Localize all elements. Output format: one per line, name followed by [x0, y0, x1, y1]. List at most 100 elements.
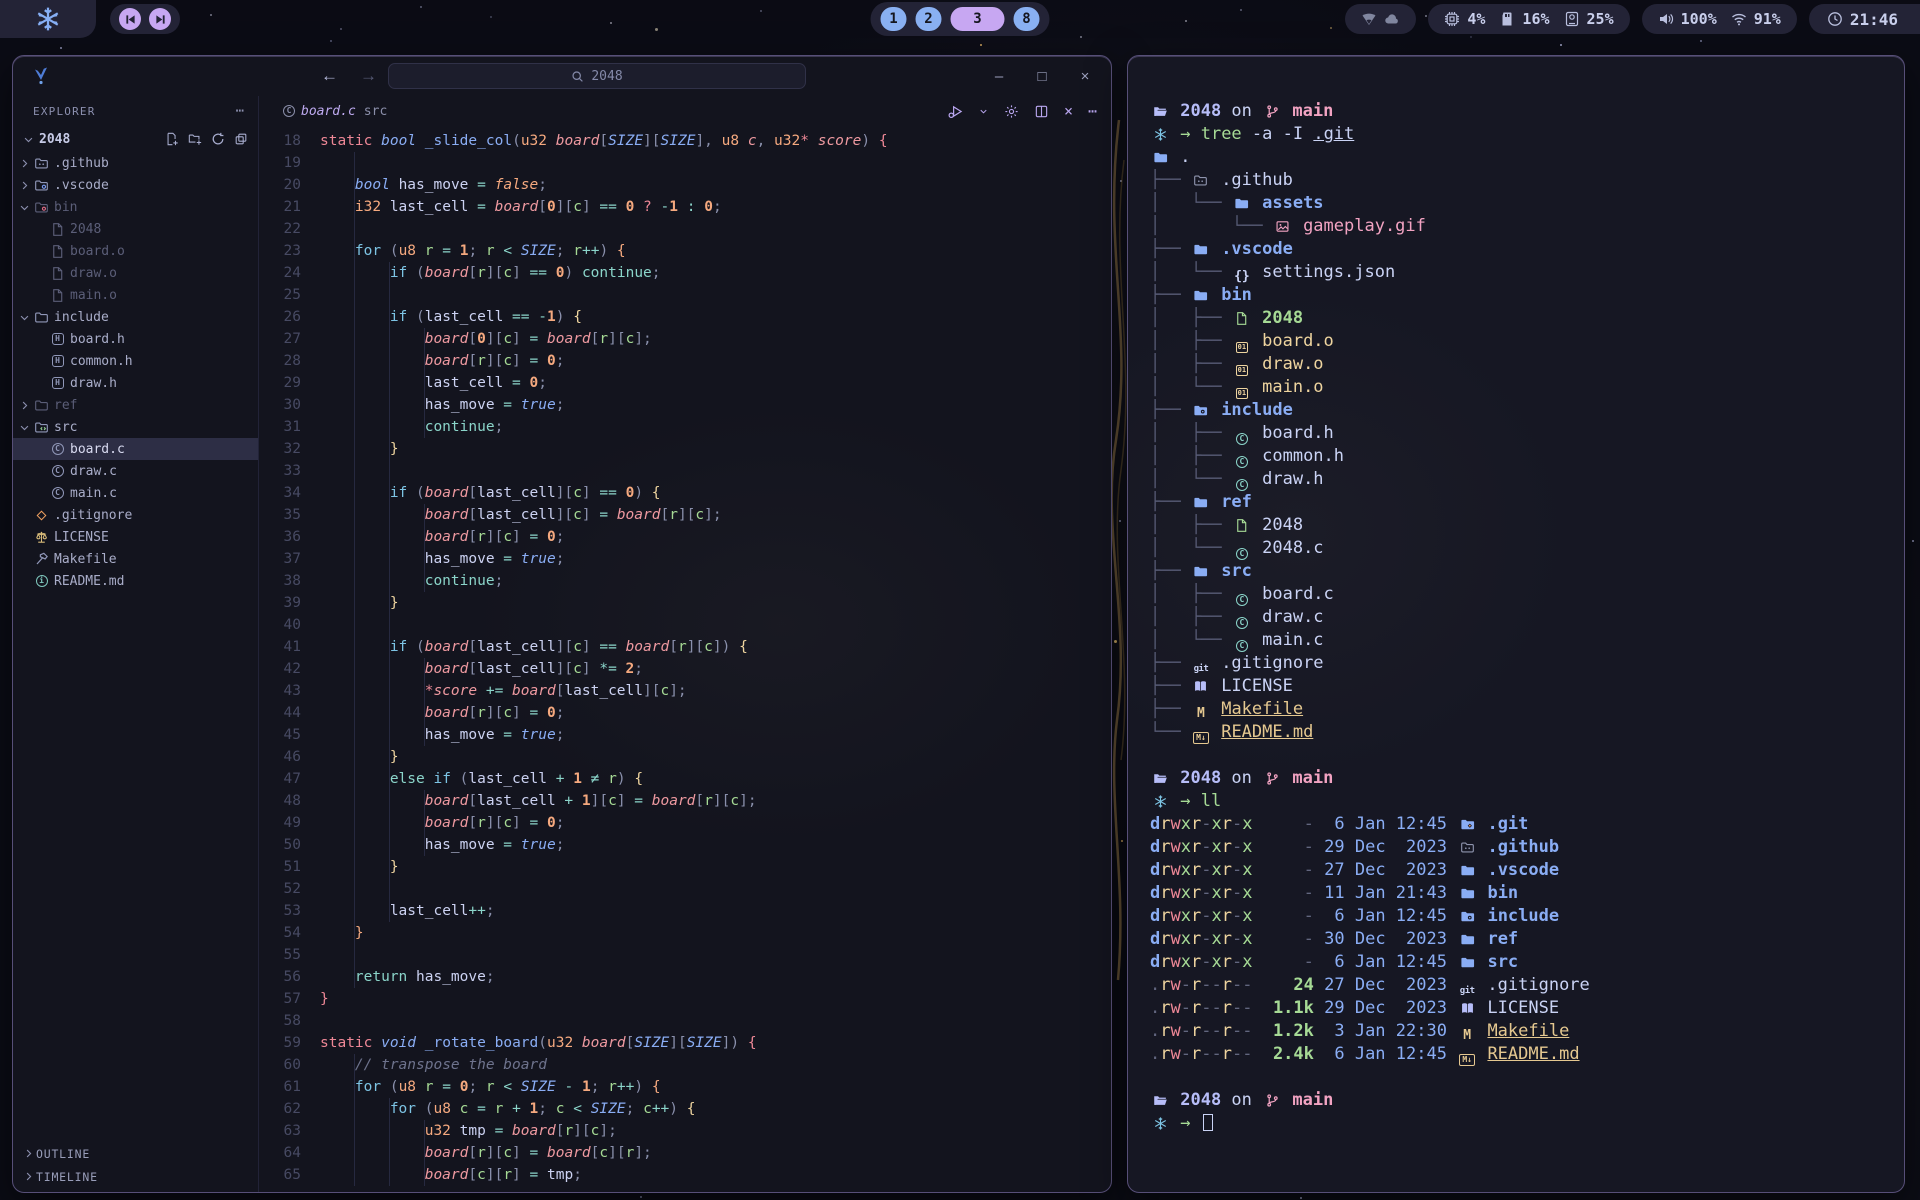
- indent-guide: [390, 526, 425, 548]
- chevron-right-icon: [17, 180, 32, 191]
- explorer-item-README.md[interactable]: iREADME.md: [13, 570, 258, 592]
- indent-guide: [390, 416, 425, 438]
- refresh-icon[interactable]: [211, 132, 225, 146]
- explorer-item-common.h[interactable]: Hcommon.h: [13, 350, 258, 372]
- code-line-54: 54}: [259, 922, 1111, 944]
- new-folder-icon[interactable]: [188, 132, 202, 146]
- folder-gear-icon: [1457, 909, 1477, 925]
- media-next-button[interactable]: [149, 8, 171, 30]
- folder-fill-icon: [1191, 495, 1211, 511]
- nav-forward-button[interactable]: →: [360, 66, 377, 86]
- close-editor-icon[interactable]: ×: [1064, 104, 1073, 119]
- code-line-48: 48board[last_cell + 1][c] = board[r][c];: [259, 790, 1111, 812]
- system-stats[interactable]: 4% 16% 25%: [1428, 4, 1629, 34]
- code-line-38: 38continue;: [259, 570, 1111, 592]
- line-number: 45: [259, 724, 301, 746]
- explorer-item-main.c[interactable]: Cmain.c: [13, 482, 258, 504]
- indent-guide: [355, 900, 390, 922]
- explorer-item-.gitignore[interactable]: .gitignore: [13, 504, 258, 526]
- explorer-item-draw.o[interactable]: draw.o: [13, 262, 258, 284]
- indent-guide: [390, 790, 425, 812]
- new-file-icon[interactable]: [165, 132, 179, 146]
- search-icon: [571, 70, 584, 83]
- snowflake-icon: [35, 6, 61, 32]
- chevron-down-icon[interactable]: [978, 104, 989, 119]
- workspace-button-8[interactable]: 8: [1014, 7, 1040, 31]
- explorer-item-src[interactable]: src: [13, 416, 258, 438]
- terminal-body[interactable]: 2048 on main → tree -a -I .git .├── .git…: [1128, 56, 1904, 1151]
- book-icon: [1191, 679, 1211, 695]
- explorer-tree: .github.vscodebin2048board.odraw.omain.o…: [13, 152, 258, 592]
- explorer-item-Makefile[interactable]: Makefile: [13, 548, 258, 570]
- folder-github-icon: [32, 155, 51, 171]
- hammer-icon: [32, 551, 51, 567]
- explorer-item-draw.h[interactable]: Hdraw.h: [13, 372, 258, 394]
- folder-fill-icon: [1191, 564, 1211, 580]
- command-search-box[interactable]: 2048: [388, 63, 806, 89]
- indent-guide: [390, 548, 425, 570]
- minimize-button[interactable]: –: [991, 68, 1007, 85]
- gear-icon[interactable]: [1004, 104, 1019, 119]
- terminal-line-10: │ ├── 2048: [1150, 307, 1888, 330]
- audio-network[interactable]: 100% 91%: [1642, 4, 1797, 34]
- indent-guide: [355, 658, 390, 680]
- explorer-item-.vscode[interactable]: .vscode: [13, 174, 258, 196]
- explorer-more-button[interactable]: ⋯: [236, 103, 244, 119]
- explorer-sidebar: EXPLORER ⋯ 2048 .github.vscodebin2048boa…: [13, 96, 259, 1192]
- workspace-button-1[interactable]: 1: [881, 7, 907, 31]
- explorer-item-bin[interactable]: bin: [13, 196, 258, 218]
- close-button[interactable]: ×: [1077, 68, 1093, 85]
- launcher-button[interactable]: [0, 0, 96, 38]
- more-actions-icon[interactable]: ⋯: [1088, 104, 1097, 119]
- explorer-item-board.o[interactable]: board.o: [13, 240, 258, 262]
- run-debug-icon[interactable]: [948, 104, 963, 119]
- maximize-button[interactable]: □: [1034, 68, 1050, 85]
- line-number: 28: [259, 350, 301, 372]
- line-number: 50: [259, 834, 301, 856]
- explorer-item-board.c[interactable]: Cboard.c: [13, 438, 258, 460]
- indent-guide: [390, 658, 425, 680]
- disk-usage: 25%: [1587, 10, 1614, 28]
- split-editor-icon[interactable]: [1034, 104, 1049, 119]
- terminal-line-3: .: [1150, 146, 1888, 169]
- indent-guide: [320, 900, 355, 922]
- panel-outline[interactable]: OUTLINE: [13, 1142, 258, 1165]
- network-indicators[interactable]: [1345, 4, 1416, 34]
- code-line-61: 61for (u8 r = 0; r < SIZE - 1; r++) {: [259, 1076, 1111, 1098]
- workspace-button-2[interactable]: 2: [916, 7, 942, 31]
- indent-guide: [320, 966, 355, 988]
- terminal-line-18: ├── ref: [1150, 491, 1888, 514]
- indent-guide: [355, 812, 390, 834]
- project-root-row[interactable]: 2048: [13, 126, 258, 152]
- folder-open-icon: [1150, 771, 1170, 787]
- line-number: 32: [259, 438, 301, 460]
- folder-fill-icon: [1150, 150, 1170, 166]
- explorer-item-.github[interactable]: .github: [13, 152, 258, 174]
- explorer-item-label: LICENSE: [54, 530, 109, 545]
- media-prev-button[interactable]: [119, 8, 141, 30]
- code-line-62: 62for (u8 c = r + 1; c < SIZE; c++) {: [259, 1098, 1111, 1120]
- nav-back-button[interactable]: ←: [321, 66, 338, 86]
- panel-timeline[interactable]: TIMELINE: [13, 1165, 258, 1188]
- chevron-right-icon: [21, 1171, 36, 1182]
- explorer-item-LICENSE[interactable]: LICENSE: [13, 526, 258, 548]
- explorer-item-board.h[interactable]: Hboard.h: [13, 328, 258, 350]
- line-number: 56: [259, 966, 301, 988]
- terminal-line-35: drwxr-xr-x - 11 Jan 21:43 bin: [1150, 882, 1888, 905]
- indent-guide: [320, 944, 355, 966]
- indent-guide: [320, 724, 355, 746]
- breadcrumb-dir[interactable]: src: [364, 104, 387, 119]
- terminal-line-16: │ ├── C common.h: [1150, 445, 1888, 468]
- folder-open-icon: [1150, 1093, 1170, 1109]
- code-lines[interactable]: 18static bool _slide_col(u32 board[SIZE]…: [259, 126, 1111, 1186]
- explorer-item-2048[interactable]: 2048: [13, 218, 258, 240]
- explorer-item-main.o[interactable]: main.o: [13, 284, 258, 306]
- explorer-item-include[interactable]: include: [13, 306, 258, 328]
- cpu-usage: 4%: [1467, 10, 1485, 28]
- explorer-item-draw.c[interactable]: Cdraw.c: [13, 460, 258, 482]
- tab-filename[interactable]: board.c: [301, 104, 356, 119]
- workspace-button-3[interactable]: 3: [951, 7, 1005, 31]
- clock-widget[interactable]: 21:46: [1809, 4, 1920, 34]
- explorer-item-ref[interactable]: ref: [13, 394, 258, 416]
- collapse-all-icon[interactable]: [234, 132, 248, 146]
